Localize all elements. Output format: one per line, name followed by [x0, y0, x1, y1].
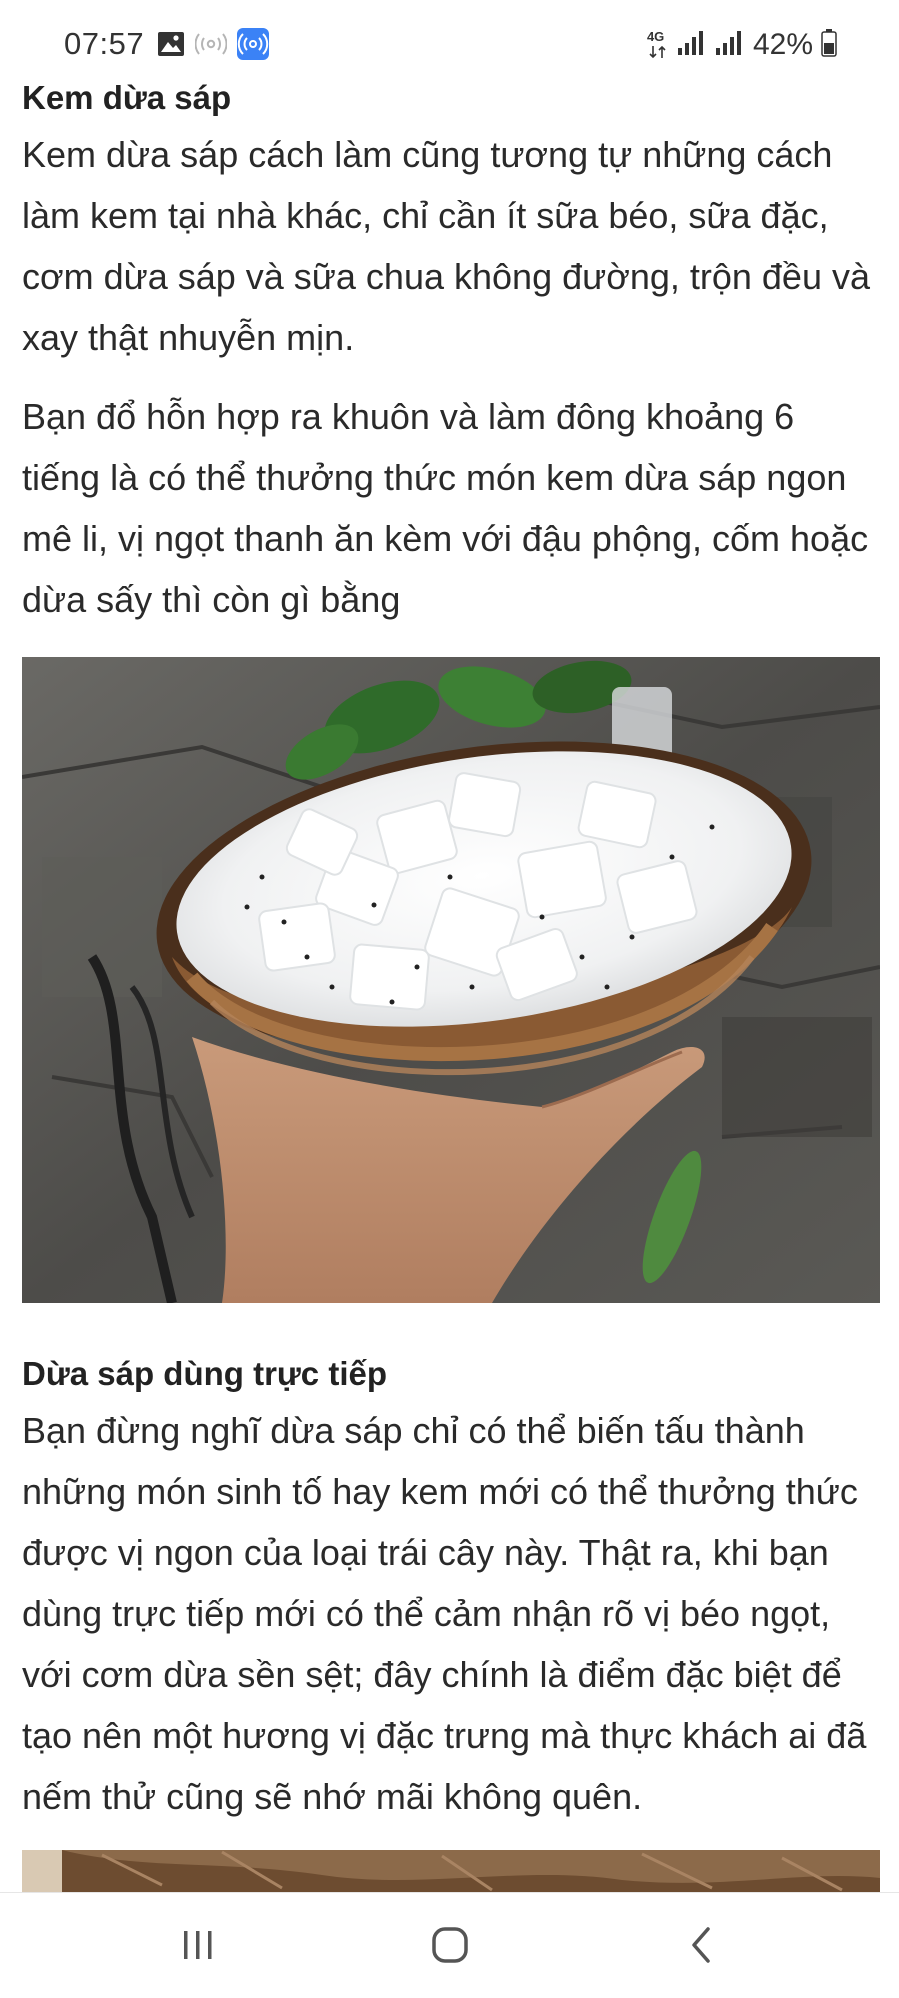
- paragraph: Bạn đừng nghĩ dừa sáp chỉ có thể biến tấ…: [22, 1410, 867, 1817]
- wifi-calling-icon: [194, 30, 228, 63]
- status-system-icons: 4G 42%: [647, 28, 837, 62]
- signal-strength-icon: [677, 30, 707, 61]
- battery-percent: 42%: [752, 28, 813, 61]
- article-section-ice-cream: Kem dừa sáp Kem dừa sáp cách làm cũng tư…: [22, 72, 880, 630]
- hotspot-icon: [237, 27, 269, 65]
- gallery-icon: [157, 31, 185, 62]
- section-heading: Dừa sáp dùng trực tiếp: [22, 1355, 387, 1392]
- battery-icon: [821, 28, 837, 62]
- coconut-ice-cream-photo: [22, 657, 880, 1303]
- recent-apps-icon: [180, 1929, 216, 1966]
- back-icon: [688, 1925, 716, 1970]
- phone-screen: 07:57 4G 42% Kem dừa sáp Kem dừa sáp các…: [0, 0, 899, 1998]
- network-type-label: 4G: [646, 29, 665, 44]
- section-heading: Kem dừa sáp: [22, 79, 232, 116]
- navigation-bar: [0, 1892, 899, 1998]
- article-section-direct-eating: Dừa sáp dùng trực tiếp Bạn đừng nghĩ dừa…: [22, 1348, 880, 1827]
- recent-apps-button[interactable]: [158, 1915, 238, 1979]
- back-button[interactable]: [662, 1915, 742, 1979]
- status-time: 07:57: [64, 26, 145, 61]
- status-bar: 07:57 4G 42%: [0, 0, 899, 80]
- status-notification-icons: [157, 27, 269, 65]
- paragraph: Bạn đổ hỗn hợp ra khuôn và làm đông khoả…: [22, 396, 869, 620]
- signal-strength-icon-2: [715, 30, 745, 61]
- home-icon: [430, 1925, 470, 1970]
- network-type-icon: 4G: [647, 29, 669, 61]
- paragraph: Kem dừa sáp cách làm cũng tương tự những…: [22, 134, 870, 358]
- coconut-photo-partial: [22, 1850, 880, 1892]
- home-button[interactable]: [410, 1915, 490, 1979]
